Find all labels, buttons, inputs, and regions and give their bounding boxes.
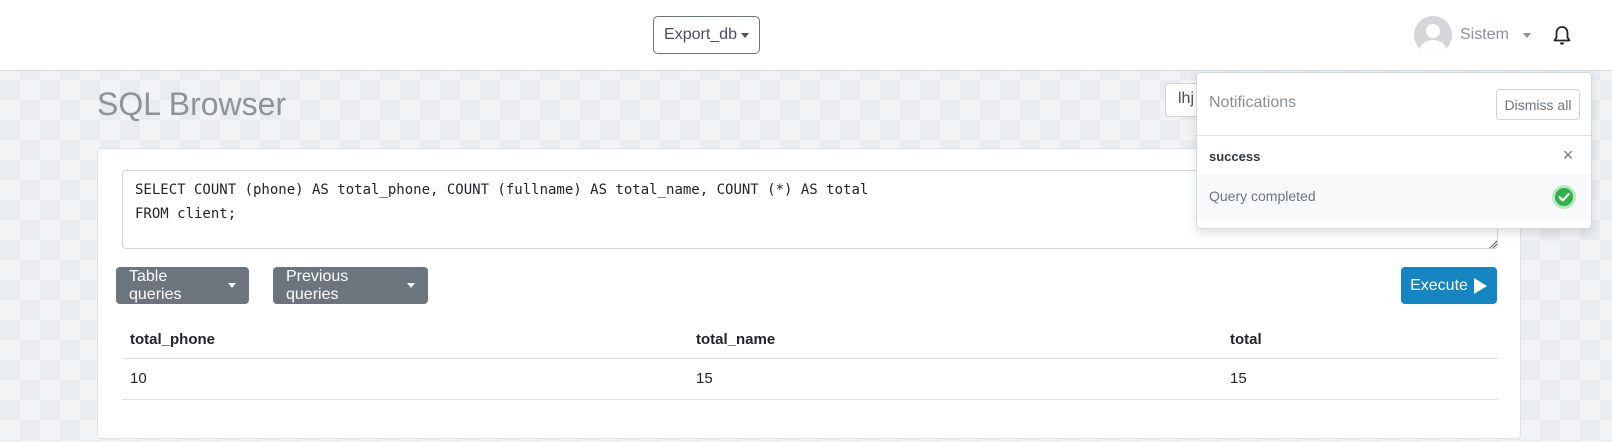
previous-queries-label: Previous queries xyxy=(286,267,349,303)
notifications-panel: Notifications Dismiss all success × Quer… xyxy=(1196,72,1592,229)
user-avatar xyxy=(1414,16,1452,54)
table-cell: 15 xyxy=(688,358,1222,400)
user-menu[interactable]: Sistem xyxy=(1414,15,1531,55)
top-navbar: Export_db Sistem xyxy=(0,0,1612,71)
column-header: total_phone xyxy=(122,322,688,359)
caret-down-icon xyxy=(740,32,749,38)
caret-down-icon xyxy=(1522,32,1531,38)
results-table: total_phone total_name total 10 15 15 xyxy=(122,322,1498,400)
caret-down-icon xyxy=(228,283,236,288)
notifications-header: Notifications Dismiss all xyxy=(1197,73,1591,136)
database-dropdown[interactable]: Export_db xyxy=(653,16,760,54)
execute-button[interactable]: Execute xyxy=(1401,267,1497,304)
table-cell: 15 xyxy=(1222,358,1498,400)
previous-queries-button[interactable]: Previous queries xyxy=(273,267,428,304)
bell-icon[interactable] xyxy=(1552,25,1572,47)
table-row: 10 15 15 xyxy=(122,358,1498,400)
notifications-title: Notifications xyxy=(1209,94,1297,111)
table-queries-label: Table queries xyxy=(129,267,182,303)
table-queries-button[interactable]: Table queries xyxy=(116,267,249,304)
check-circle-icon xyxy=(1552,185,1576,209)
dismiss-all-button[interactable]: Dismiss all xyxy=(1496,89,1580,120)
notification-message: Query completed xyxy=(1209,188,1316,204)
play-icon xyxy=(1473,277,1487,294)
page-title: SQL Browser xyxy=(97,86,287,122)
column-header: total xyxy=(1222,322,1498,359)
caret-down-icon xyxy=(407,283,415,288)
notification-title: success xyxy=(1209,149,1261,164)
execute-label: Execute xyxy=(1410,276,1468,294)
resize-handle-icon[interactable] xyxy=(1488,239,1498,249)
close-icon[interactable]: × xyxy=(1560,145,1576,165)
column-header: total_name xyxy=(688,322,1222,359)
user-name: Sistem xyxy=(1460,26,1509,43)
notification-item: Query completed xyxy=(1197,174,1591,220)
database-dropdown-label: Export_db xyxy=(664,26,737,43)
table-header-row: total_phone total_name total xyxy=(122,322,1498,359)
table-cell: 10 xyxy=(122,358,688,400)
